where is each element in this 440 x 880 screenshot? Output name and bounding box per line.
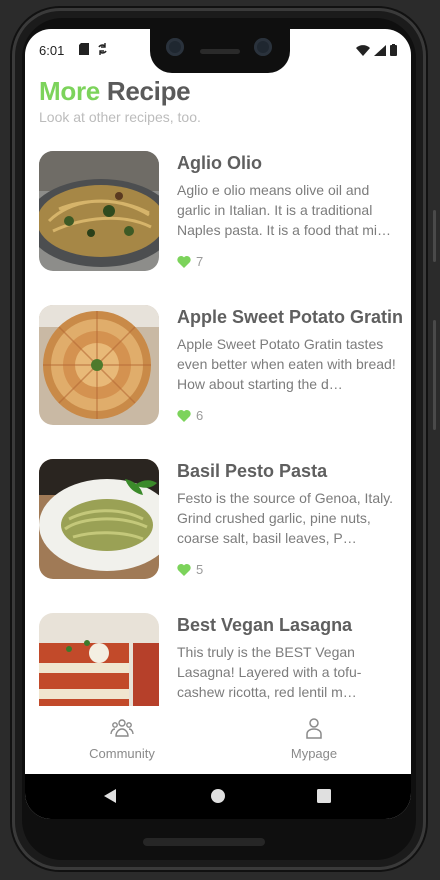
like-count[interactable]: 7 [177,254,405,269]
recipe-info: Basil Pesto Pasta Festo is the source of… [177,459,405,577]
nav-mypage[interactable]: Mypage [254,716,374,761]
status-time: 6:01 [39,43,65,58]
recipe-info: Apple Sweet Potato Gratin Apple Sweet Po… [177,305,405,423]
recipe-description: Apple Sweet Potato Gratin tastes even be… [177,336,396,392]
recipe-name: Aglio Olio [177,153,262,173]
nav-community[interactable]: Community [62,716,182,761]
heart-icon[interactable] [177,563,191,576]
heart-icon[interactable] [177,255,191,268]
app-screen: 6:01 More Recipe Look at other recipes, … [25,29,411,819]
status-icons [356,44,397,56]
status-bar: 6:01 [39,41,397,61]
sync-icon [97,43,108,58]
sd-card-icon [79,43,89,58]
battery-icon [390,44,397,56]
page-title: More Recipe [39,76,191,107]
recipe-card[interactable]: Aglio Olio Aglio e olio means olive oil … [39,151,399,273]
volume-button [433,210,436,262]
nav-community-label: Community [89,746,155,761]
heart-icon[interactable] [177,409,191,422]
recipe-thumbnail[interactable] [39,305,159,425]
recipe-description: This truly is the BEST Vegan Lasagna! La… [177,644,362,700]
recipe-thumbnail[interactable] [39,459,159,579]
system-navigation-bar [25,774,411,819]
like-count-value: 7 [196,254,204,269]
recipe-list[interactable]: Aglio Olio Aglio e olio means olive oil … [25,151,411,706]
bottom-speaker [143,838,265,846]
like-count-value: 5 [196,562,204,577]
power-button [433,320,436,430]
recipe-name: Best Vegan Lasagna [177,615,353,635]
back-icon[interactable] [102,788,118,804]
wifi-icon [356,44,370,56]
recipe-thumbnail[interactable] [39,613,159,706]
recipe-name: Basil Pesto Pasta [177,461,328,481]
recipe-description: Festo is the source of Genoa, Italy. Gri… [177,490,394,546]
signal-icon [374,44,386,56]
bottom-navigation: Community Mypage [25,706,411,774]
recipe-card[interactable]: Basil Pesto Pasta Festo is the source of… [39,459,399,581]
recipe-name: Apple Sweet Potato Gratin [177,307,404,327]
page-subtitle: Look at other recipes, too. [39,109,201,125]
person-icon[interactable] [302,716,326,740]
recipe-thumbnail[interactable] [39,151,159,271]
like-count[interactable]: 6 [177,408,405,423]
recipe-info: Aglio Olio Aglio e olio means olive oil … [177,151,405,269]
like-count[interactable]: 5 [177,562,405,577]
nav-mypage-label: Mypage [290,746,338,761]
recents-icon[interactable] [316,788,332,804]
home-icon[interactable] [210,788,226,804]
title-rest: Recipe [106,76,191,106]
community-icon[interactable] [110,716,134,740]
title-highlight: More [39,76,100,106]
recipe-description: Aglio e olio means olive oil and garlic … [177,182,391,238]
like-count-value: 6 [196,408,204,423]
recipe-card[interactable]: Apple Sweet Potato Gratin Apple Sweet Po… [39,305,403,427]
recipe-card[interactable]: Best Vegan Lasagna This truly is the BES… [39,613,399,706]
recipe-info: Best Vegan Lasagna This truly is the BES… [177,613,405,702]
